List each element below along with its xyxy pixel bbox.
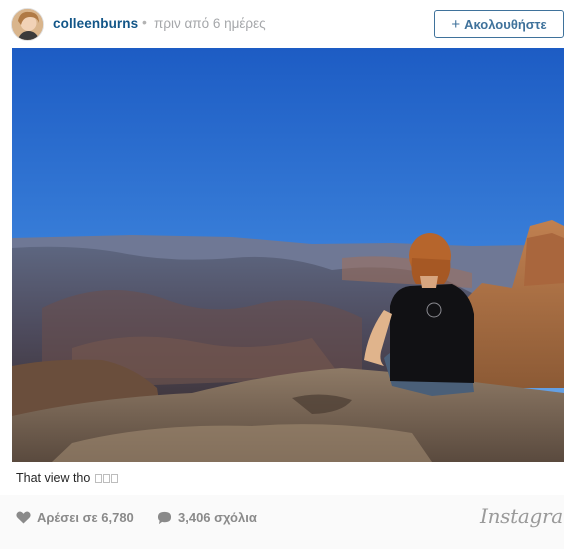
heart-icon [16,511,31,524]
post-timestamp[interactable]: πριν από 6 ημέρες [154,16,266,31]
instagram-logo[interactable]: Instagram [480,504,564,528]
comments-count[interactable]: 3,406 σχόλια [157,510,257,525]
avatar[interactable] [11,8,44,41]
likes-count[interactable]: Αρέσει σε 6,780 [16,510,134,525]
instagram-embed-card: colleenburns • πριν από 6 ημέρες + Ακολο… [0,0,564,549]
comment-bubble-icon [157,511,172,524]
caption-text: That view tho [16,471,91,485]
emoji-glyph-1 [94,474,102,483]
post-caption: That view tho [16,471,118,485]
username-link[interactable]: colleenburns [53,16,138,31]
follow-button-label: Ακολουθήστε [464,16,547,32]
post-photo[interactable] [12,48,564,462]
separator-dot: • [142,14,147,30]
post-footer: Αρέσει σε 6,780 3,406 σχόλια Instagram [0,495,564,549]
emoji-glyph-2 [102,474,110,483]
comments-label: 3,406 σχόλια [178,510,257,525]
follow-button[interactable]: + Ακολουθήστε [434,10,564,38]
post-header: colleenburns • πριν από 6 ημέρες + Ακολο… [0,0,564,48]
emoji-glyph-3 [110,474,118,483]
plus-icon: + [451,15,461,33]
likes-label: Αρέσει σε 6,780 [37,510,134,525]
